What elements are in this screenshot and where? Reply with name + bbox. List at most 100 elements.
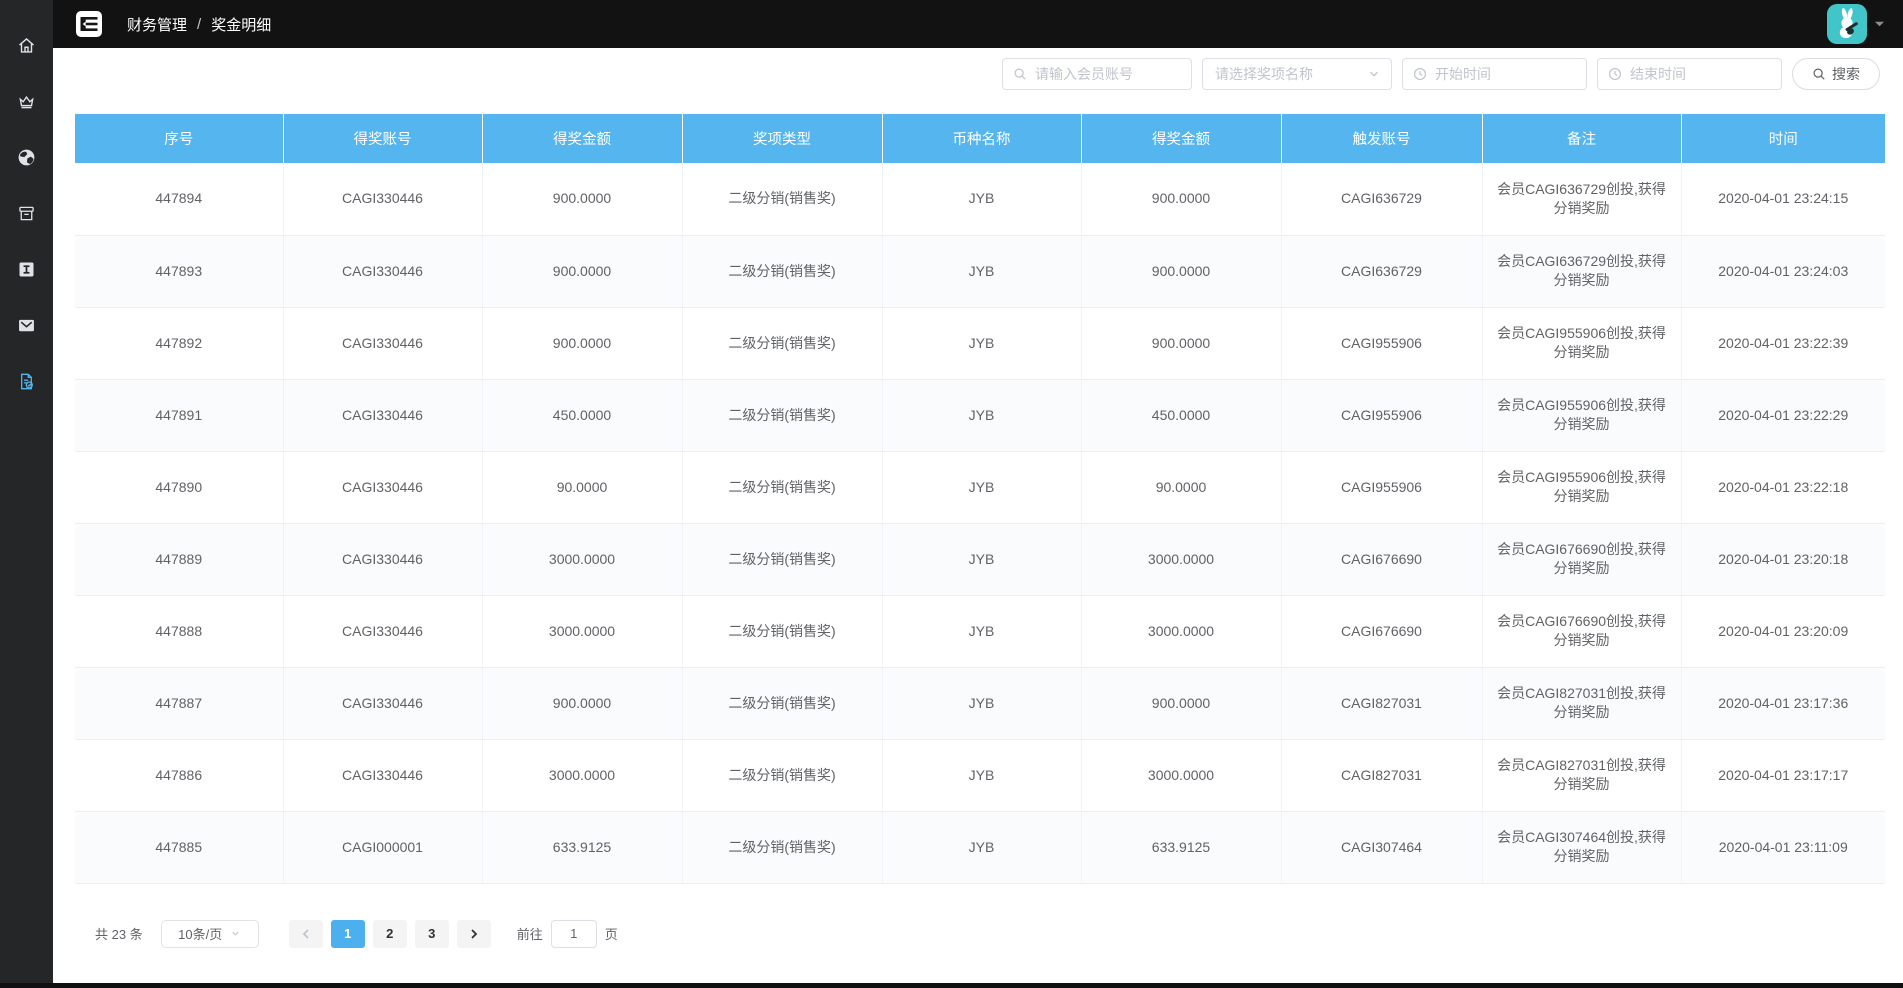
chevron-down-icon: [1367, 67, 1381, 81]
table-cell: 会员CAGI827031创投,获得分销奖励: [1482, 667, 1681, 739]
chevron-right-icon: [469, 929, 479, 939]
table-cell: 900.0000: [1081, 667, 1281, 739]
table-cell: CAGI307464: [1281, 811, 1482, 883]
search-button[interactable]: 搜索: [1792, 58, 1880, 90]
clock-icon: [1608, 67, 1622, 81]
rabbit-avatar-icon: [1827, 4, 1867, 44]
sidebar-item-home[interactable]: [0, 17, 53, 73]
sidebar-item-vip[interactable]: [0, 73, 53, 129]
sidebar-item-info[interactable]: [0, 241, 53, 297]
table-cell: 会员CAGI636729创投,获得分销奖励: [1482, 235, 1681, 307]
next-page-button[interactable]: [457, 920, 491, 948]
column-header-8: 时间: [1681, 114, 1885, 163]
table-cell: 2020-04-01 23:24:15: [1681, 163, 1885, 235]
table-cell: JYB: [882, 523, 1081, 595]
table-cell: 二级分销(销售奖): [682, 523, 882, 595]
table-cell: CAGI676690: [1281, 523, 1482, 595]
mail-icon: [16, 315, 37, 336]
table-cell: 会员CAGI307464创投,获得分销奖励: [1482, 811, 1681, 883]
bonus-table-container: 序号得奖账号得奖金额奖项类型币种名称得奖金额触发账号备注时间 447894CAG…: [75, 114, 1885, 884]
table-row: 447891CAGI330446450.0000二级分销(销售奖)JYB450.…: [75, 379, 1885, 451]
table-cell: 450.0000: [1081, 379, 1281, 451]
table-cell: JYB: [882, 451, 1081, 523]
column-header-7: 备注: [1482, 114, 1681, 163]
table-cell: 633.9125: [482, 811, 682, 883]
table-cell: JYB: [882, 163, 1081, 235]
table-cell: 447888: [75, 595, 283, 667]
menu-toggle-button[interactable]: [75, 10, 103, 38]
table-cell: CAGI636729: [1281, 235, 1482, 307]
table-cell: 2020-04-01 23:17:36: [1681, 667, 1885, 739]
table-cell: 450.0000: [482, 379, 682, 451]
shop-icon: [16, 203, 37, 224]
bottom-edge-bar: [0, 983, 1903, 988]
end-time-input[interactable]: [1630, 66, 1771, 82]
table-row: 447889CAGI3304463000.0000二级分销(销售奖)JYB300…: [75, 523, 1885, 595]
member-account-input[interactable]: [1035, 66, 1181, 82]
table-cell: 2020-04-01 23:22:39: [1681, 307, 1885, 379]
table-cell: 二级分销(销售奖): [682, 595, 882, 667]
breadcrumb-section[interactable]: 财务管理: [127, 14, 187, 35]
member-account-field: [1002, 58, 1192, 90]
end-time-field: [1597, 58, 1782, 90]
table-cell: 900.0000: [1081, 163, 1281, 235]
table-cell: CAGI827031: [1281, 739, 1482, 811]
table-header-row: 序号得奖账号得奖金额奖项类型币种名称得奖金额触发账号备注时间: [75, 114, 1885, 163]
table-cell: 二级分销(销售奖): [682, 163, 882, 235]
table-row: 447886CAGI3304463000.0000二级分销(销售奖)JYB300…: [75, 739, 1885, 811]
goto-page-input[interactable]: [551, 920, 597, 948]
table-cell: 447891: [75, 379, 283, 451]
table-cell: CAGI955906: [1281, 379, 1482, 451]
chevron-left-icon: [301, 929, 311, 939]
page-button-2[interactable]: 2: [373, 920, 407, 948]
table-cell: 90.0000: [1081, 451, 1281, 523]
table-cell: 900.0000: [482, 307, 682, 379]
table-cell: 447894: [75, 163, 283, 235]
pagination: 共 23 条 10条/页 123 前往 页: [53, 920, 1903, 948]
table-cell: 会员CAGI827031创投,获得分销奖励: [1482, 739, 1681, 811]
page-size-select[interactable]: 10条/页: [161, 920, 259, 948]
document-check-icon: [16, 371, 37, 392]
menu-toggle-icon: [75, 10, 103, 38]
table-cell: CAGI676690: [1281, 595, 1482, 667]
column-header-4: 币种名称: [882, 114, 1081, 163]
pager: 123: [289, 920, 491, 948]
table-cell: 447892: [75, 307, 283, 379]
search-icon: [1812, 67, 1826, 81]
table-cell: JYB: [882, 235, 1081, 307]
table-cell: 900.0000: [1081, 235, 1281, 307]
table-cell: 2020-04-01 23:20:18: [1681, 523, 1885, 595]
chevron-down-icon[interactable]: [1874, 20, 1885, 28]
table-row: 447894CAGI330446900.0000二级分销(销售奖)JYB900.…: [75, 163, 1885, 235]
table-cell: 二级分销(销售奖): [682, 307, 882, 379]
award-name-select[interactable]: 请选择奖项名称: [1202, 58, 1392, 90]
column-header-0: 序号: [75, 114, 283, 163]
bonus-table: 序号得奖账号得奖金额奖项类型币种名称得奖金额触发账号备注时间 447894CAG…: [75, 114, 1885, 884]
table-cell: 会员CAGI955906创投,获得分销奖励: [1482, 451, 1681, 523]
table-cell: CAGI330446: [283, 595, 482, 667]
table-cell: 900.0000: [1081, 307, 1281, 379]
table-cell: CAGI330446: [283, 667, 482, 739]
page-button-3[interactable]: 3: [415, 920, 449, 948]
column-header-6: 触发账号: [1281, 114, 1482, 163]
sidebar-item-finance[interactable]: [0, 353, 53, 409]
table-row: 447885CAGI000001633.9125二级分销(销售奖)JYB633.…: [75, 811, 1885, 883]
sidebar-item-mail[interactable]: [0, 297, 53, 353]
table-cell: CAGI330446: [283, 307, 482, 379]
chevron-down-icon: [230, 928, 241, 939]
table-cell: 900.0000: [482, 163, 682, 235]
sidebar-item-global[interactable]: [0, 129, 53, 185]
sidebar-item-shop[interactable]: [0, 185, 53, 241]
prev-page-button[interactable]: [289, 920, 323, 948]
table-cell: 447890: [75, 451, 283, 523]
table-cell: CAGI827031: [1281, 667, 1482, 739]
avatar[interactable]: [1827, 4, 1867, 44]
page-button-1[interactable]: 1: [331, 920, 365, 948]
table-cell: 二级分销(销售奖): [682, 667, 882, 739]
table-cell: 会员CAGI676690创投,获得分销奖励: [1482, 595, 1681, 667]
table-row: 447890CAGI33044690.0000二级分销(销售奖)JYB90.00…: [75, 451, 1885, 523]
start-time-input[interactable]: [1435, 66, 1576, 82]
table-cell: CAGI330446: [283, 523, 482, 595]
table-cell: JYB: [882, 379, 1081, 451]
table-cell: JYB: [882, 307, 1081, 379]
